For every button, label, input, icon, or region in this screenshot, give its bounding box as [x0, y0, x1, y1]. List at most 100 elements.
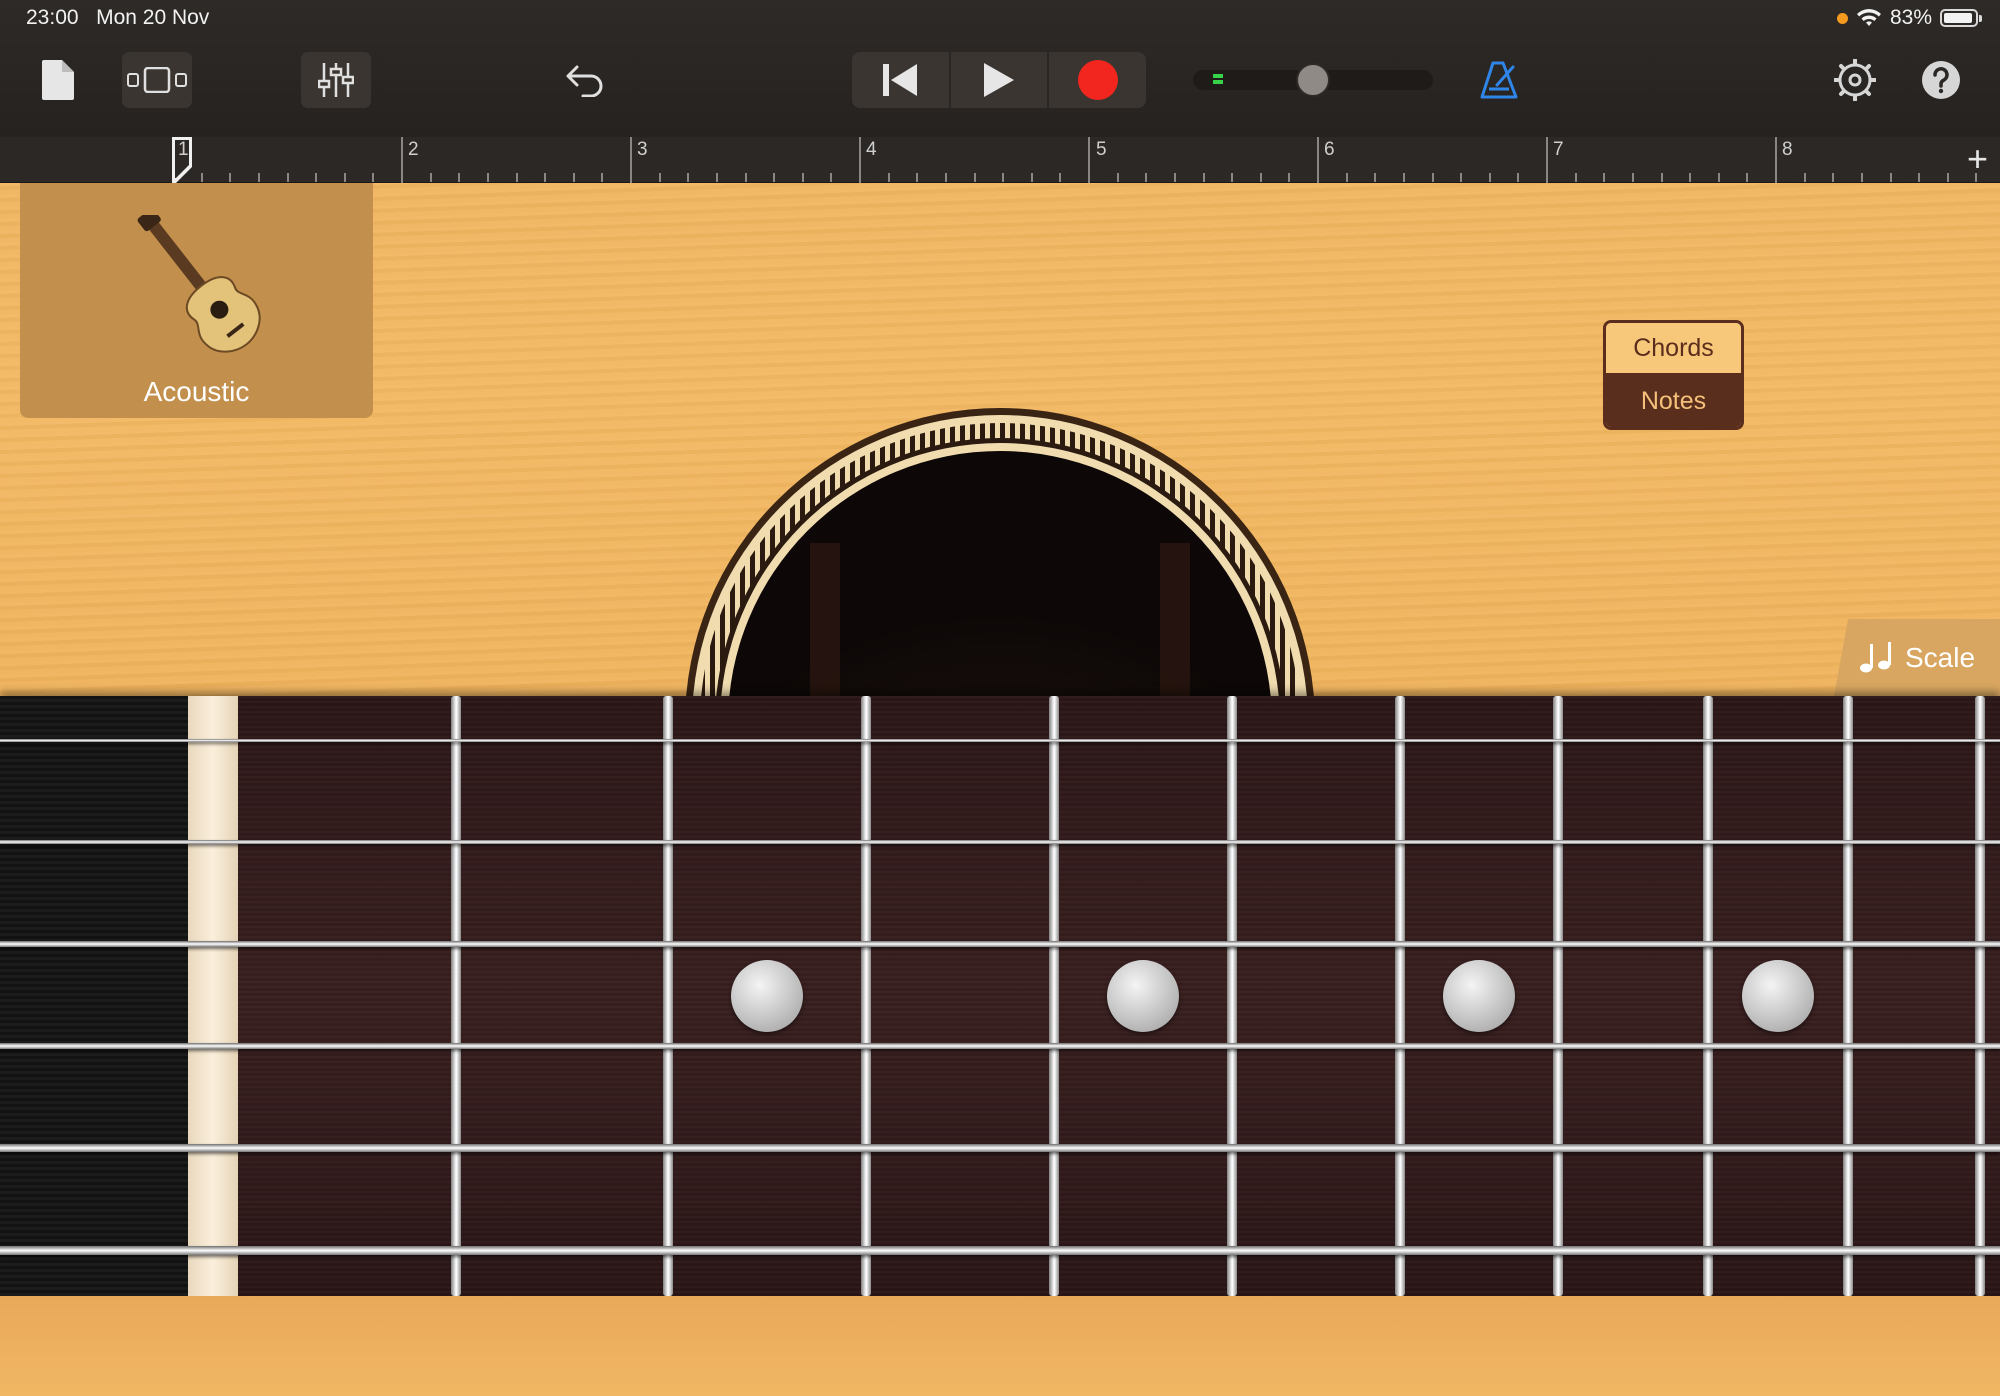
ruler-tick	[801, 173, 804, 182]
play-button[interactable]	[951, 52, 1050, 108]
notes-mode-button[interactable]: Notes	[1606, 375, 1741, 427]
ruler-tick	[1574, 173, 1577, 182]
ruler-tick	[544, 173, 547, 182]
ruler-tick	[1603, 173, 1606, 182]
guitar-string[interactable]	[0, 1144, 2000, 1152]
ruler-tick	[773, 173, 776, 182]
volume-knob[interactable]	[1296, 63, 1330, 97]
undo-button[interactable]	[560, 52, 610, 108]
settings-button[interactable]	[1832, 52, 1878, 108]
fret-marker-inlay	[1742, 960, 1814, 1032]
ruler-tick	[1832, 173, 1835, 182]
ruler-tick	[1173, 173, 1176, 182]
guitar-body: Acoustic Chords Notes Scale	[0, 183, 2000, 696]
fret-wire	[663, 696, 673, 1296]
fret-marker-inlay	[731, 960, 803, 1032]
guitar-body-lower	[0, 1296, 2000, 1396]
ruler-tick	[1860, 173, 1863, 182]
ruler-tick	[1431, 173, 1434, 182]
mixer-button[interactable]	[301, 52, 371, 108]
ruler-tick	[343, 173, 346, 182]
status-indicators: 83%	[1836, 6, 1982, 30]
ruler-tick	[372, 173, 375, 182]
help-button[interactable]	[1920, 52, 1962, 108]
ruler-tick	[687, 173, 690, 182]
ruler-tick	[486, 173, 489, 182]
track-view-icon	[127, 67, 187, 93]
fretboard[interactable]	[0, 696, 2000, 1296]
bar-number: 2	[408, 139, 419, 160]
ruler-tick	[286, 173, 289, 182]
ruler-tick	[1946, 173, 1949, 182]
guitar-string[interactable]	[0, 941, 2000, 947]
ruler-tick	[1689, 173, 1692, 182]
battery-icon	[1940, 9, 1982, 27]
ruler-tick	[1460, 173, 1463, 182]
fret-marker-inlay	[1107, 960, 1179, 1032]
document-icon	[42, 60, 74, 100]
bar-line	[1775, 137, 1777, 183]
sound-hole	[686, 408, 1314, 696]
ruler-tick	[429, 173, 432, 182]
ruler-tick	[916, 173, 919, 182]
ruler-tick	[601, 173, 604, 182]
instrument-selector[interactable]: Acoustic	[20, 183, 373, 418]
settings-icon	[1834, 59, 1876, 101]
chords-mode-button[interactable]: Chords	[1606, 323, 1741, 375]
ruler-tick	[1889, 173, 1892, 182]
fret-wire	[1049, 696, 1059, 1296]
guitar-string[interactable]	[0, 1042, 2000, 1050]
fret-wire	[1395, 696, 1405, 1296]
bar-line	[401, 137, 403, 183]
fret-wire	[1843, 696, 1853, 1296]
timeline-ruler[interactable]: 1 2 3 4 5 6 7 8 +	[0, 137, 2000, 183]
guitar-string[interactable]	[0, 839, 2000, 845]
record-icon	[1077, 60, 1118, 100]
ruler-tick	[1116, 173, 1119, 182]
my-songs-button[interactable]	[36, 52, 80, 108]
ruler-tick	[1059, 173, 1062, 182]
bar-line	[1088, 137, 1090, 183]
ruler-tick	[1631, 173, 1634, 182]
ruler-tick	[1746, 173, 1749, 182]
ruler-tick	[744, 173, 747, 182]
add-section-button[interactable]: +	[1967, 139, 1988, 179]
fret-wire	[1553, 696, 1563, 1296]
battery-percent: 83%	[1889, 6, 1932, 29]
scale-button[interactable]: Scale	[1834, 619, 2000, 696]
bar-number: 8	[1782, 139, 1793, 160]
bar-line	[1317, 137, 1319, 183]
bar-number: 3	[637, 139, 648, 160]
bar-number: 1	[178, 139, 189, 160]
ruler-tick	[1231, 173, 1234, 182]
bar-line	[1546, 137, 1548, 183]
record-button[interactable]	[1049, 52, 1146, 108]
bar-line	[859, 137, 861, 183]
ruler-tick	[887, 173, 890, 182]
fret-wire	[1975, 696, 1985, 1296]
track-view-button[interactable]	[122, 52, 192, 108]
ruler-tick	[229, 173, 232, 182]
status-time-date: 23:00 Mon 20 Nov	[26, 6, 209, 30]
chords-notes-toggle[interactable]: Chords Notes	[1603, 320, 1744, 430]
bar-number: 5	[1096, 139, 1107, 160]
master-volume-slider[interactable]	[1193, 63, 1433, 97]
metronome-button[interactable]	[1476, 52, 1522, 108]
ruler-tick	[1918, 173, 1921, 182]
go-to-beginning-button[interactable]	[852, 52, 951, 108]
guitar-string[interactable]	[0, 1245, 2000, 1255]
acoustic-guitar-icon	[137, 215, 261, 353]
ruler-tick	[315, 173, 318, 182]
metronome-icon	[1480, 61, 1518, 99]
ruler-tick	[715, 173, 718, 182]
transport-controls	[852, 52, 1146, 108]
bar-number: 4	[866, 139, 877, 160]
ruler-tick	[1288, 173, 1291, 182]
status-date: Mon 20 Nov	[96, 6, 210, 29]
ruler-tick	[944, 173, 947, 182]
ruler-tick	[1259, 173, 1262, 182]
guitar-string[interactable]	[0, 738, 2000, 742]
ruler-tick	[458, 173, 461, 182]
fret-wire	[861, 696, 871, 1296]
ruler-tick	[1145, 173, 1148, 182]
